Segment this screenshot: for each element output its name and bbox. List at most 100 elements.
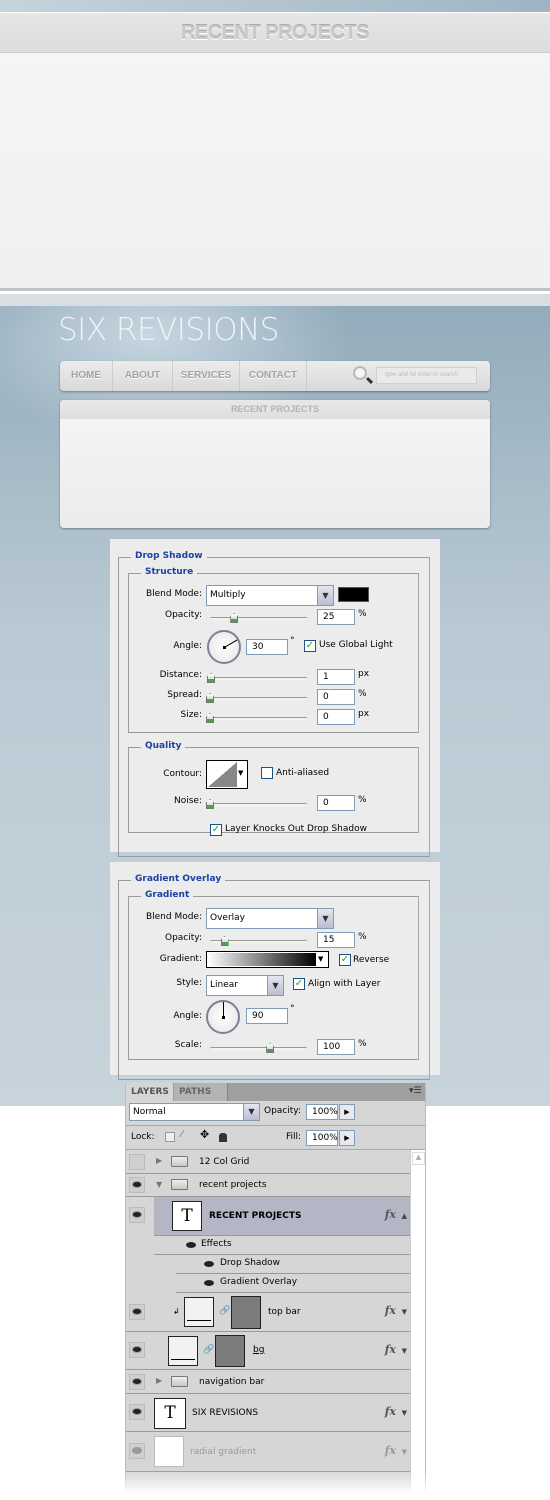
layer-row-radial-gradient[interactable]: radial gradient fx ▼ [126,1432,410,1472]
angle-label: Angle: [173,1011,202,1021]
fill-arrow-button[interactable]: ▶ [339,1130,355,1146]
expand-effects-icon[interactable]: ▼ [402,1448,407,1456]
tab-layers[interactable]: LAYERS [126,1083,173,1101]
chevron-down-icon: ▼ [318,955,324,963]
blend-mode-select[interactable]: Overlay ▼ [206,908,334,929]
chevron-down-icon: ▼ [267,976,283,995]
eye-icon[interactable] [129,1304,145,1320]
eye-icon[interactable] [186,1242,196,1248]
eye-icon[interactable] [204,1261,214,1267]
anti-aliased-checkbox[interactable] [261,767,273,779]
fx-icon[interactable]: fx [385,1343,396,1356]
noise-slider[interactable] [206,799,307,809]
contour-label: Contour: [163,769,202,779]
expand-arrow-icon[interactable]: ▶ [156,1156,162,1165]
blend-mode-select[interactable]: Normal ▼ [129,1103,260,1121]
nav-about[interactable]: ABOUT [113,361,173,391]
opacity-slider[interactable] [210,613,307,623]
angle-input[interactable]: 30 [246,639,288,655]
fx-icon[interactable]: fx [385,1208,396,1221]
noise-input[interactable]: 0 [317,795,355,811]
visibility-toggle-off[interactable] [129,1154,145,1170]
angle-dial[interactable] [206,1000,240,1034]
layer-row-bg[interactable]: 🔗 bg fx ▼ [126,1332,410,1370]
angle-input[interactable]: 90 [246,1008,288,1024]
layer-row-navigation-bar[interactable]: ▶ navigation bar [126,1370,410,1394]
effect-row-drop-shadow[interactable]: Drop Shadow [176,1255,410,1274]
angle-dial[interactable] [207,630,241,664]
expand-effects-icon[interactable]: ▼ [402,1347,407,1355]
expand-arrow-icon[interactable]: ▶ [156,1376,162,1385]
scroll-up-button[interactable]: ▲ [412,1152,425,1165]
lock-position-icon[interactable]: ✥ [200,1128,209,1141]
eye-icon[interactable] [204,1280,214,1286]
panel-menu-icon[interactable]: ▾☰ [409,1086,422,1096]
link-icon[interactable]: 🔗 [203,1345,214,1355]
layer-row-recent-projects-group[interactable]: ▼ recent projects [126,1174,410,1197]
preview-title: RECENT PROJECTS [180,22,370,44]
opacity-input[interactable]: 25 [317,609,355,625]
background-strip [0,0,550,12]
fill-input[interactable]: 100% [306,1130,338,1146]
spread-input[interactable]: 0 [317,689,355,705]
recent-projects-title: RECENT PROJECTS [60,400,490,419]
opacity-arrow-button[interactable]: ▶ [339,1104,355,1120]
effects-row[interactable]: Effects [154,1236,410,1255]
knockout-checkbox[interactable]: ✓ [210,824,222,836]
fx-icon[interactable]: fx [385,1405,396,1418]
collapse-arrow-icon[interactable]: ▼ [156,1180,162,1189]
eye-icon[interactable] [129,1177,145,1193]
size-input[interactable]: 0 [317,709,355,725]
layer-row-recent-projects-text[interactable]: T RECENT PROJECTS fx ▲ [154,1197,410,1236]
nav-home[interactable]: HOME [60,361,113,391]
tab-paths[interactable]: PATHS [174,1083,228,1101]
opacity-slider[interactable] [210,936,307,946]
eye-icon[interactable] [129,1374,145,1390]
distance-input[interactable]: 1 [317,669,355,685]
style-select[interactable]: Linear ▼ [206,975,284,996]
eye-icon[interactable] [129,1443,145,1459]
layer-row-top-bar[interactable]: ↲ 🔗 top bar fx ▼ [126,1293,410,1332]
reverse-checkbox[interactable]: ✓ [339,954,351,966]
shadow-color-swatch[interactable] [338,587,369,602]
nav-contact[interactable]: CONTACT [240,361,307,391]
expand-effects-icon[interactable]: ▼ [402,1409,407,1417]
opacity-input[interactable]: 100% [306,1104,338,1120]
expand-effects-icon[interactable]: ▼ [402,1308,407,1316]
scrollbar[interactable]: ▲ [410,1150,425,1493]
blend-mode-select[interactable]: Multiply ▼ [206,585,334,606]
collapse-effects-icon[interactable]: ▲ [402,1212,407,1220]
distance-label: Distance: [159,670,202,680]
lock-transparency-icon[interactable] [165,1132,175,1142]
use-global-light-checkbox[interactable]: ✓ [304,640,316,652]
lock-all-icon[interactable] [219,1133,227,1142]
scale-slider[interactable] [210,1043,307,1053]
scale-input[interactable]: 100 [317,1039,355,1055]
fx-icon[interactable]: fx [385,1304,396,1317]
lock-pixels-icon[interactable]: ⁄ [181,1129,183,1140]
search-input[interactable]: type and hit enter to search [376,367,477,384]
eye-icon[interactable] [129,1342,145,1358]
px-unit: px [358,669,370,679]
blend-mode-label: Blend Mode: [145,589,202,599]
effect-row-gradient-overlay[interactable]: Gradient Overlay [176,1274,410,1293]
spread-slider[interactable] [206,693,307,703]
size-slider[interactable] [206,713,307,723]
link-icon[interactable]: 🔗 [219,1306,230,1316]
effect-name: Drop Shadow [220,1258,281,1268]
opacity-input[interactable]: 15 [317,932,355,948]
contour-picker[interactable]: ▼ [206,760,248,789]
fx-icon[interactable]: fx [385,1444,396,1457]
layer-row-12-col-grid[interactable]: ▶ 12 Col Grid [126,1150,410,1174]
quality-fieldset [128,747,419,833]
distance-slider[interactable] [206,673,307,683]
nav-services[interactable]: SERVICES [173,361,240,391]
eye-icon[interactable] [129,1404,145,1420]
search-icon[interactable] [353,366,367,380]
gradient-picker[interactable]: ▼ [206,951,329,968]
align-with-layer-checkbox[interactable]: ✓ [293,978,305,990]
eye-icon[interactable] [129,1207,145,1223]
preview-header-bar: RECENT PROJECTS [0,12,550,53]
layer-row-six-revisions[interactable]: T SIX REVISIONS fx ▼ [126,1394,410,1432]
divider [126,1125,425,1126]
